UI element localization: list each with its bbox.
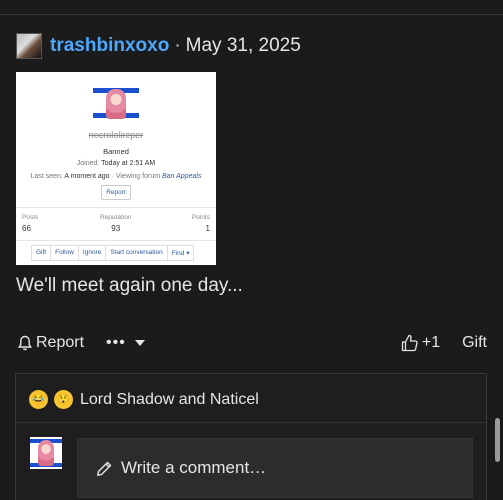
embed-stat-points: Points 1 (192, 214, 210, 233)
reactions-summary[interactable]: 😂 😲 Lord Shadow and Naticel (29, 390, 259, 409)
embed-last-seen: Last seen: A moment ago · Viewing forum … (16, 173, 216, 180)
more-label: ••• (106, 334, 126, 351)
profile-flag-avatar (93, 86, 139, 120)
bell-icon (18, 335, 32, 351)
thumbs-up-icon (401, 334, 418, 352)
embed-stat-label: Points (191, 214, 210, 221)
poster-username[interactable]: trashbinxoxo (50, 35, 169, 57)
embed-viewing-text: Viewing forum (115, 173, 161, 180)
embed-stat-posts: Posts 66 (22, 214, 38, 233)
embed-follow-button: Follow (50, 245, 79, 261)
embed-last-seen-value: A moment ago (64, 173, 110, 180)
like-count: +1 (421, 334, 441, 351)
pencil-icon (96, 461, 112, 476)
embed-viewing-link: Ban Appeals (162, 173, 202, 180)
profile-screenshot-embed[interactable]: necrololireper Banned Joined: Today at 2… (16, 72, 216, 265)
crying-laughing-icon: 😂 (29, 390, 48, 409)
poster-avatar[interactable] (16, 33, 42, 59)
embed-joined-label: Joined: (76, 160, 100, 167)
embed-start-conversation-button: Start conversation (105, 245, 168, 261)
embed-report-button: Report (101, 185, 131, 200)
embed-last-seen-label: Last seen: (30, 173, 63, 180)
caret-down-icon (134, 340, 145, 346)
embed-last-seen-sep: · (111, 173, 114, 180)
embed-button-row: Gift Follow Ignore Start conversation Fi… (31, 245, 195, 261)
post-date[interactable]: May 31, 2025 (186, 35, 301, 57)
reactions-users: Lord Shadow and Naticel (80, 390, 259, 408)
embed-profile-name: necrololireper (88, 130, 144, 140)
post-actions-right: +1 Gift (401, 334, 487, 352)
top-divider (0, 14, 503, 15)
embed-joined: Joined: Today at 2:51 AM (16, 160, 216, 167)
embed-gift-button: Gift (31, 245, 52, 261)
post-message: We'll meet again one day... (16, 275, 243, 296)
embed-stat-reputation: Reputation 93 (100, 214, 131, 233)
embed-stat-label: Reputation (100, 214, 132, 221)
comment-input[interactable]: Write a comment… (77, 438, 473, 498)
report-button[interactable]: Report (18, 334, 84, 352)
embed-status: Banned (103, 147, 129, 156)
astonished-icon: 😲 (54, 390, 73, 409)
embed-divider (16, 240, 216, 241)
gift-button[interactable]: Gift (462, 334, 487, 352)
embed-find-button: Find ▾ (166, 245, 195, 261)
embed-joined-value: Today at 2:51 AM (101, 160, 156, 167)
more-options-button[interactable]: ••• (106, 334, 146, 352)
scrollbar-thumb[interactable] (495, 418, 500, 462)
embed-stat-value: 1 (205, 224, 210, 233)
embed-stat-label: Posts (22, 214, 39, 221)
report-label: Report (36, 334, 85, 351)
like-button[interactable]: +1 (401, 334, 440, 352)
post-actions-left: Report ••• (18, 334, 146, 352)
current-user-avatar (30, 437, 62, 469)
post-header: trashbinxoxo · May 31, 2025 (16, 33, 301, 59)
embed-stat-value: 66 (22, 224, 31, 233)
header-separator: · (174, 35, 181, 56)
comment-placeholder: Write a comment… (121, 458, 267, 477)
embed-stat-value: 93 (111, 224, 121, 233)
embed-ignore-button: Ignore (77, 245, 107, 261)
embed-divider (16, 207, 216, 208)
reactions-comments-panel: 😂 😲 Lord Shadow and Naticel Write a comm… (15, 373, 487, 500)
panel-divider (16, 422, 486, 423)
